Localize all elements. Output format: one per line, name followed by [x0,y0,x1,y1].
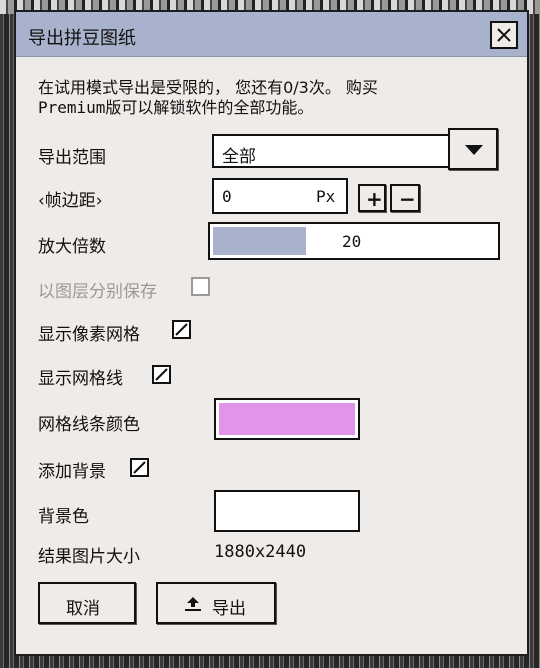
frame-margin-value: 0 [222,187,232,206]
close-button[interactable] [490,21,518,49]
frame-margin-unit: Px [316,187,336,206]
cancel-button[interactable]: 取消 [38,582,136,624]
dialog-titlebar: 导出拼豆图纸 [16,12,527,57]
trial-notice-line2: Premium版可以解锁软件的全部功能。 [38,98,314,117]
checkmark-icon [133,461,146,474]
minus-icon: − [399,187,416,211]
dialog-title: 导出拼豆图纸 [28,28,136,49]
trial-notice-line1: 在试用模式导出是受限的， 您还有0/3次。 购买 [38,78,378,97]
zoom-value: 20 [342,232,362,251]
trial-notice: 在试用模式导出是受限的， 您还有0/3次。 购买 Premium版可以解锁软件的… [38,78,378,118]
checkmark-icon [155,368,168,381]
zoom-slider-fill [213,227,306,255]
background-color-fill [219,495,355,527]
add-background-checkbox[interactable] [130,458,149,477]
export-dialog: 导出拼豆图纸 在试用模式导出是受限的， 您还有0/3次。 购买 Premium版… [14,10,529,656]
export-range-label: 导出范围 [38,148,106,168]
frame-margin-plus-button[interactable]: + [358,184,386,212]
cancel-button-label: 取消 [66,599,100,619]
checkmark-icon [175,323,188,336]
triangle-down-icon [465,145,483,155]
save-by-layer-label: 以图层分别保存 [38,282,157,302]
show-pixel-grid-label: 显示像素网格 [38,325,140,345]
add-background-label: 添加背景 [38,462,106,482]
grid-line-color-label: 网格线条颜色 [38,415,140,435]
result-size-label: 结果图片大小 [38,547,140,567]
result-size-value: 1880x2440 [214,542,307,562]
frame-margin-minus-button[interactable]: − [390,184,420,212]
upload-icon [185,597,201,611]
export-button[interactable]: 导出 [156,582,276,624]
frame-margin-label: ‹帧边距› [38,191,103,211]
background-color-swatch[interactable] [214,490,360,532]
show-grid-lines-checkbox[interactable] [152,365,171,384]
export-range-select[interactable]: 全部 [212,134,450,168]
frame-margin-input[interactable]: 0 Px [212,178,348,214]
export-range-value: 全部 [222,147,256,167]
grid-line-color-swatch[interactable] [214,398,360,440]
export-button-label: 导出 [212,599,246,619]
export-range-dropdown-button[interactable] [448,128,498,170]
show-pixel-grid-checkbox[interactable] [172,320,191,339]
close-icon [497,28,511,42]
zoom-label: 放大倍数 [38,237,106,257]
grid-line-color-fill [219,403,355,435]
zoom-slider[interactable]: 20 [208,222,500,260]
background-color-label: 背景色 [38,507,89,527]
save-by-layer-checkbox[interactable] [191,277,210,296]
show-grid-lines-label: 显示网格线 [38,369,123,389]
plus-icon: + [366,187,383,211]
